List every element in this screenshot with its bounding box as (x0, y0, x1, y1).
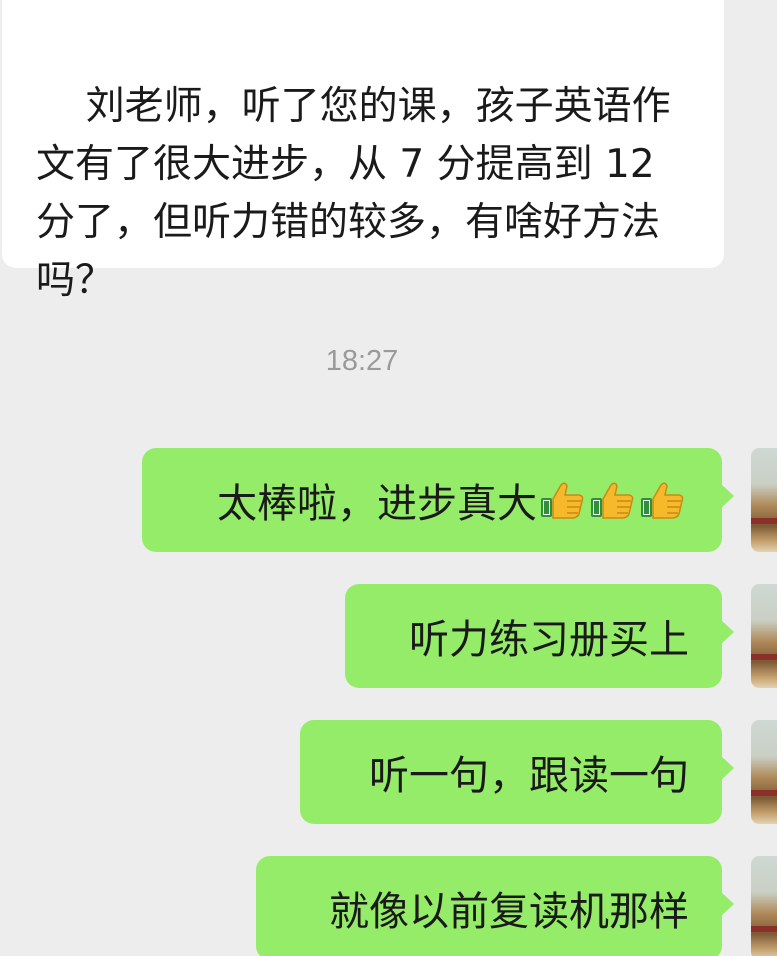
avatar[interactable] (751, 720, 777, 824)
outgoing-message-bubble[interactable]: 就像以前复读机那样 (256, 856, 734, 956)
message-timestamp: 18:27 (325, 345, 399, 377)
avatar[interactable] (751, 856, 777, 956)
chat-window: 刘老师，听了您的课，孩子英语作文有了很大进步，从 7 分提高到 12 分了，但听… (0, 0, 777, 956)
thumbs-up-emoji-group (539, 480, 689, 520)
outgoing-message-bubble[interactable]: 听一句，跟读一句 (300, 720, 734, 824)
outgoing-message-text: 听一句，跟读一句 (369, 753, 689, 799)
outgoing-message-text: 太棒啦，进步真大 (217, 481, 537, 527)
outgoing-message-text: 就像以前复读机那样 (329, 889, 689, 935)
incoming-message-bubble[interactable]: 刘老师，听了您的课，孩子英语作文有了很大进步，从 7 分提高到 12 分了，但听… (2, 0, 724, 303)
thumbs-up-icon (641, 482, 684, 519)
outgoing-message-bubble[interactable]: 太棒啦，进步真大 (142, 448, 734, 552)
incoming-message-text: 刘老师，听了您的课，孩子英语作文有了很大进步，从 7 分提高到 12 分了，但听… (36, 84, 671, 303)
avatar[interactable] (751, 448, 777, 552)
avatar[interactable] (751, 584, 777, 688)
outgoing-message-bubble[interactable]: 听力练习册买上 (345, 584, 734, 688)
thumbs-up-icon (591, 482, 634, 519)
outgoing-message-text: 听力练习册买上 (409, 617, 689, 663)
thumbs-up-icon (541, 482, 584, 519)
